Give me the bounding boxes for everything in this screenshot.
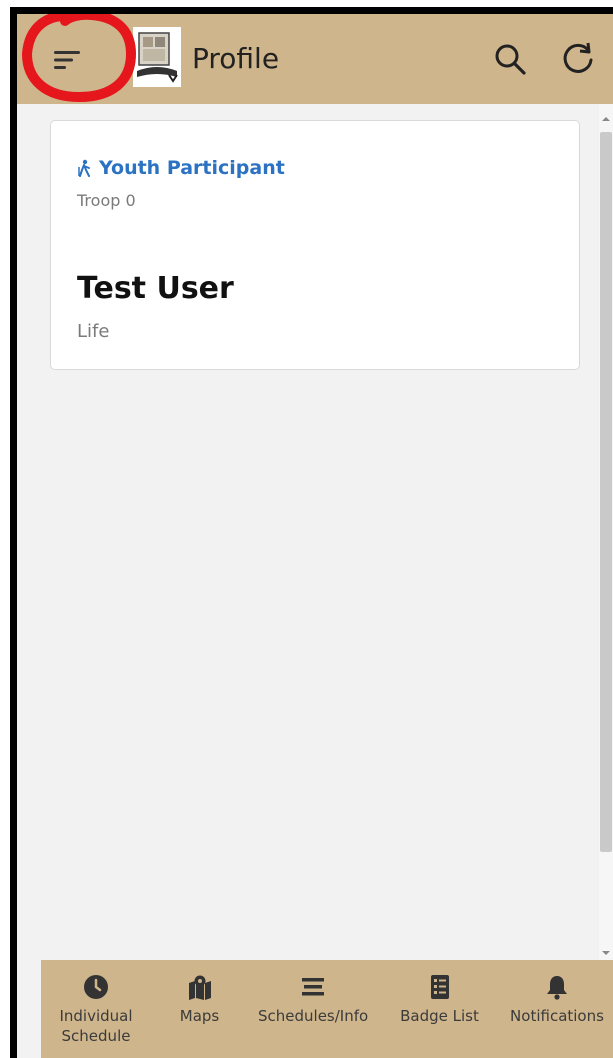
menu-icon xyxy=(54,51,80,69)
checklist-icon xyxy=(430,975,449,999)
nav-label: Badge List xyxy=(400,1007,479,1025)
nav-maps[interactable]: Maps xyxy=(165,974,235,1026)
scrollbar-thumb[interactable] xyxy=(600,132,612,852)
troop-label: Troop 0 xyxy=(77,191,136,210)
role-label: Youth Participant xyxy=(77,157,285,179)
nav-label: Maps xyxy=(179,1007,220,1025)
bell-icon xyxy=(547,976,567,1000)
profile-card: Youth Participant Troop 0 Test User Life xyxy=(50,120,580,370)
nav-individual-schedule[interactable]: Individual Schedule xyxy=(41,974,151,1046)
top-app-bar: Profile xyxy=(17,14,613,104)
hiker-icon xyxy=(78,159,90,177)
clock-icon xyxy=(84,975,108,999)
nav-label: Notifications xyxy=(510,1007,604,1025)
nav-label: Schedules/Info xyxy=(258,1007,369,1025)
nav-label: Individual Schedule xyxy=(59,1007,133,1045)
nav-schedules-info[interactable]: Schedules/Info xyxy=(248,974,378,1026)
vertical-scrollbar[interactable] xyxy=(599,104,613,960)
scroll-up-arrow-icon[interactable] xyxy=(599,112,613,126)
menu-button[interactable] xyxy=(47,38,87,82)
nav-badge-list[interactable]: Badge List xyxy=(392,974,488,1026)
user-rank: Life xyxy=(77,321,110,342)
nav-notifications[interactable]: Notifications xyxy=(501,974,613,1026)
search-button[interactable] xyxy=(493,42,527,76)
role-text: Youth Participant xyxy=(99,157,285,179)
logo-icon xyxy=(137,32,178,83)
bottom-navigation: Individual Schedule Maps Schedules/Info xyxy=(41,960,613,1058)
app-logo xyxy=(133,27,181,87)
page-title: Profile xyxy=(192,42,280,75)
user-name: Test User xyxy=(77,271,234,306)
refresh-button[interactable] xyxy=(560,40,596,76)
scroll-down-arrow-icon[interactable] xyxy=(599,946,613,960)
map-icon xyxy=(188,975,211,1000)
refresh-icon xyxy=(563,42,593,73)
app-screen: Profile Youth Participant Troop 0 Test U… xyxy=(17,14,613,1058)
search-icon xyxy=(495,44,526,75)
list-icon xyxy=(302,978,324,996)
